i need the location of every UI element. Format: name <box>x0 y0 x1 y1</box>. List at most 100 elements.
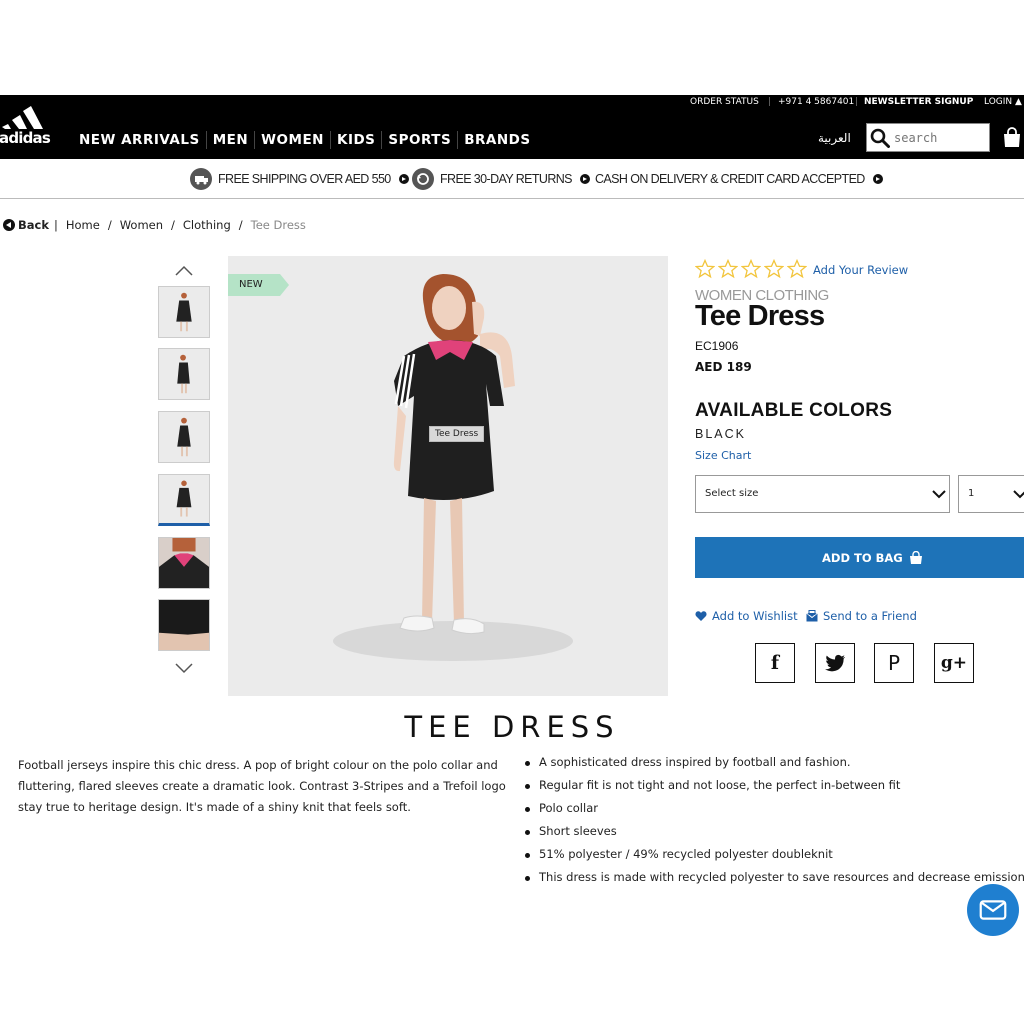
chevron-down-icon[interactable] <box>174 662 194 674</box>
arrow-right-icon <box>398 174 409 184</box>
star-icon[interactable] <box>787 259 807 279</box>
add-review-link[interactable]: Add Your Review <box>813 263 908 277</box>
google-plus-icon: g+ <box>940 653 968 673</box>
feature-item: 51% polyester / 49% recycled polyester d… <box>524 844 1024 867</box>
user-icon: ▲ <box>1015 97 1022 107</box>
product-price: AED 189 <box>695 360 752 374</box>
truck-icon <box>190 168 212 190</box>
breadcrumb-clothing[interactable]: Clothing <box>183 218 231 232</box>
star-icon[interactable] <box>764 259 784 279</box>
language-switch[interactable]: العربية <box>818 131 851 145</box>
shopping-bag-icon <box>909 550 922 564</box>
breadcrumb-separator: | <box>54 218 58 232</box>
description-text: Football jerseys inspire this chic dress… <box>18 758 506 814</box>
image-tooltip: Tee Dress <box>429 426 485 442</box>
nav-men[interactable]: MEN <box>207 131 256 149</box>
shopping-bag-icon[interactable] <box>1002 127 1022 149</box>
send-to-friend-link[interactable]: Send to a Friend <box>806 609 917 623</box>
feature-list: A sophisticated dress inspired by footba… <box>524 752 1024 890</box>
nav-sports[interactable]: SPORTS <box>382 131 459 149</box>
envelope-icon <box>979 900 1007 920</box>
phone-number: +971 4 5867401 <box>778 97 855 107</box>
facebook-icon: f <box>770 652 780 674</box>
color-name: BLACK <box>695 427 746 441</box>
site-header: ORDER STATUS | +971 4 5867401 | NEWSLETT… <box>0 95 1024 159</box>
adidas-logo[interactable]: adidas <box>0 105 56 145</box>
size-select-value: Select size <box>705 488 759 499</box>
pinterest-icon: P <box>887 651 901 675</box>
promo-label: CASH ON DELIVERY & CREDIT CARD ACCEPTED <box>595 172 865 186</box>
star-icon[interactable] <box>695 259 715 279</box>
product-title: Tee Dress <box>695 300 825 332</box>
promo-label: FREE 30-DAY RETURNS <box>440 172 573 186</box>
search-box <box>866 123 990 152</box>
contact-chat-button[interactable] <box>967 884 1019 936</box>
order-status-link[interactable]: ORDER STATUS <box>690 97 759 107</box>
arrow-right-icon <box>579 174 590 184</box>
thumbnail-collar-detail[interactable] <box>158 537 210 589</box>
promo-label: FREE SHIPPING OVER AED 550 <box>218 172 391 186</box>
add-to-bag-label: ADD TO BAG <box>822 550 903 565</box>
star-icon[interactable] <box>718 259 738 279</box>
add-to-wishlist-link[interactable]: Add to Wishlist <box>695 609 798 623</box>
utility-separator: | <box>768 97 772 107</box>
product-main-image[interactable]: NEW Tee Dress <box>228 256 668 696</box>
chevron-up-icon[interactable] <box>174 265 194 277</box>
promo-bar: FREE SHIPPING OVER AED 550 FREE 30-DAY R… <box>0 159 1024 199</box>
rating-stars[interactable] <box>695 259 810 279</box>
feature-item: Polo collar <box>524 798 1024 821</box>
breadcrumb-women[interactable]: Women <box>120 218 163 232</box>
back-arrow-icon[interactable] <box>3 219 15 231</box>
twitter-icon <box>824 654 845 672</box>
pinterest-share-button[interactable]: P <box>874 643 914 683</box>
thumbnail-fabric-detail[interactable] <box>158 599 210 651</box>
heart-icon <box>695 611 707 621</box>
google-plus-share-button[interactable]: g+ <box>934 643 974 683</box>
thumbnail-back[interactable] <box>158 411 210 463</box>
arrow-right-icon <box>872 174 883 184</box>
svg-text:adidas: adidas <box>0 129 51 145</box>
promo-free-shipping[interactable]: FREE SHIPPING OVER AED 550 <box>190 168 409 190</box>
promo-free-returns[interactable]: FREE 30-DAY RETURNS <box>412 168 590 190</box>
size-chart-link[interactable]: Size Chart <box>695 449 751 462</box>
back-link[interactable]: Back <box>18 218 49 232</box>
breadcrumb-home[interactable]: Home <box>66 218 100 232</box>
search-icon[interactable] <box>870 128 890 148</box>
nav-brands[interactable]: BRANDS <box>458 131 536 149</box>
twitter-share-button[interactable] <box>815 643 855 683</box>
search-input[interactable] <box>894 128 986 147</box>
quantity-select[interactable]: 1 <box>958 475 1024 513</box>
chevron-down-icon <box>1013 490 1024 499</box>
feature-item: This dress is made with recycled polyest… <box>524 867 1024 890</box>
feature-item: Regular fit is not tight and not loose, … <box>524 775 1024 798</box>
main-nav: NEW ARRIVALS MEN WOMEN KIDS SPORTS BRAND… <box>79 131 537 149</box>
utility-bar: ORDER STATUS | +971 4 5867401 | NEWSLETT… <box>0 95 1024 111</box>
available-colors-heading: AVAILABLE COLORS <box>695 400 893 421</box>
promo-payment[interactable]: CASH ON DELIVERY & CREDIT CARD ACCEPTED <box>595 168 883 190</box>
thumbnail-front[interactable] <box>158 286 210 338</box>
new-badge: NEW <box>228 274 289 296</box>
returns-icon <box>412 168 434 190</box>
breadcrumb-current: Tee Dress <box>250 218 306 232</box>
description-heading: TEE DRESS <box>404 710 620 744</box>
mail-icon <box>806 610 818 622</box>
chevron-down-icon <box>932 490 946 499</box>
quantity-value: 1 <box>968 488 975 499</box>
model-wearing-dress-image <box>333 274 573 661</box>
login-label: LOGIN <box>984 97 1013 107</box>
breadcrumb-separator: / <box>238 218 243 232</box>
thumbnail-angle[interactable] <box>158 474 210 526</box>
star-icon[interactable] <box>741 259 761 279</box>
login-link[interactable]: LOGIN ▲ <box>984 97 1022 107</box>
facebook-share-button[interactable]: f <box>755 643 795 683</box>
add-to-bag-button[interactable]: ADD TO BAG <box>695 537 1024 578</box>
feature-item: A sophisticated dress inspired by footba… <box>524 752 1024 775</box>
nav-women[interactable]: WOMEN <box>255 131 331 149</box>
product-sku: EC1906 <box>695 339 739 353</box>
nav-new-arrivals[interactable]: NEW ARRIVALS <box>79 131 207 149</box>
size-select[interactable]: Select size <box>695 475 950 513</box>
newsletter-signup-link[interactable]: NEWSLETTER SIGNUP <box>864 97 973 107</box>
thumbnail-side[interactable] <box>158 348 210 400</box>
wishlist-label: Add to Wishlist <box>712 609 798 623</box>
nav-kids[interactable]: KIDS <box>331 131 383 149</box>
